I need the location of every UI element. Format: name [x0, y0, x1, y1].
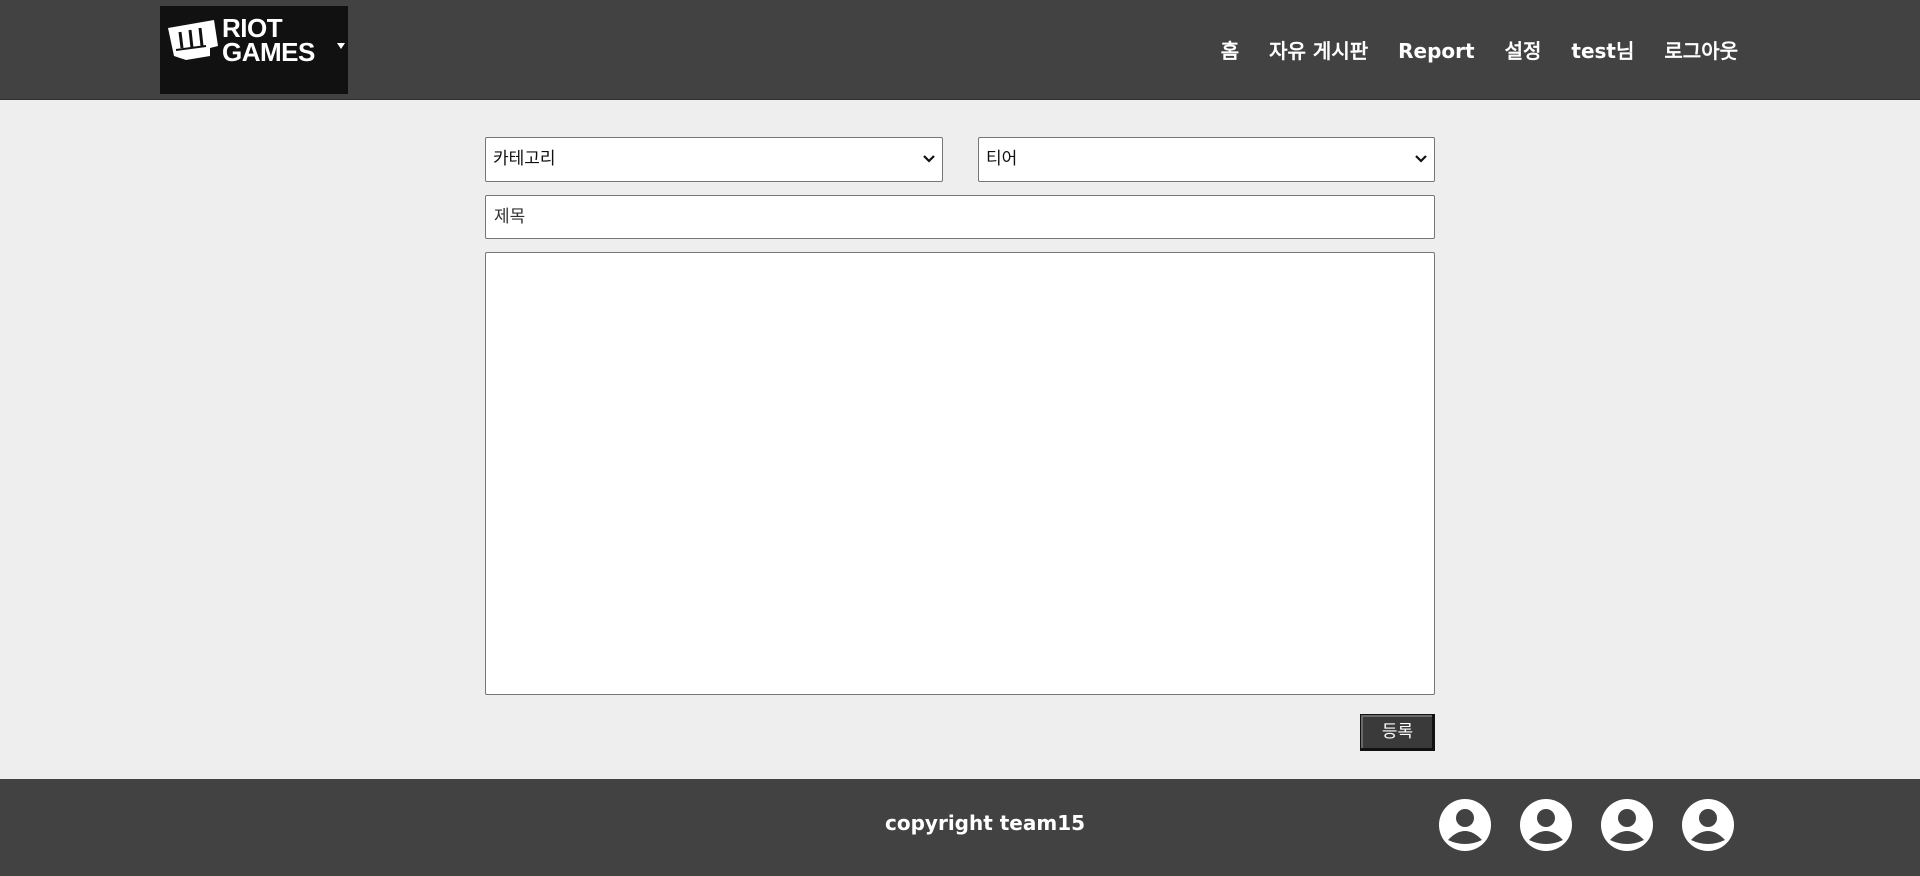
- submit-button[interactable]: 등록: [1360, 714, 1435, 751]
- nav-settings[interactable]: 설정: [1505, 37, 1542, 65]
- riot-games-logo[interactable]: RIOT GAMES: [160, 6, 348, 94]
- user-avatar-icon[interactable]: [1600, 798, 1654, 852]
- nav-free-board[interactable]: 자유 게시판: [1269, 37, 1368, 65]
- chevron-down-icon: [923, 155, 935, 163]
- title-input[interactable]: 제목: [485, 195, 1435, 239]
- nav-logout[interactable]: 로그아웃: [1664, 37, 1738, 65]
- site-header: RIOT GAMES 홈 자유 게시판 Report 설정 test님 로그아웃: [0, 0, 1920, 100]
- tier-select-value: 티어: [986, 149, 1018, 169]
- nav-report[interactable]: Report: [1398, 37, 1474, 65]
- main-nav: 홈 자유 게시판 Report 설정 test님 로그아웃: [1221, 37, 1738, 65]
- fist-icon: [168, 20, 218, 60]
- category-select[interactable]: 카테고리: [485, 137, 943, 182]
- user-avatar-icon[interactable]: [1681, 798, 1735, 852]
- tier-select[interactable]: 티어: [978, 137, 1435, 182]
- chevron-down-icon: [1415, 155, 1427, 163]
- user-avatar-icon[interactable]: [1519, 798, 1573, 852]
- category-select-value: 카테고리: [493, 149, 556, 169]
- logo-text-games: GAMES: [222, 37, 315, 67]
- site-footer: copyright team15: [0, 779, 1920, 876]
- trademark-mark: [337, 43, 345, 49]
- logo-wordmark: RIOT GAMES: [222, 15, 315, 67]
- title-input-placeholder: 제목: [494, 207, 526, 227]
- user-avatar-icon[interactable]: [1438, 798, 1492, 852]
- nav-user[interactable]: test님: [1571, 37, 1634, 65]
- nav-home[interactable]: 홈: [1221, 37, 1239, 65]
- content-textarea[interactable]: [485, 252, 1435, 695]
- copyright-text: copyright team15: [885, 811, 1086, 835]
